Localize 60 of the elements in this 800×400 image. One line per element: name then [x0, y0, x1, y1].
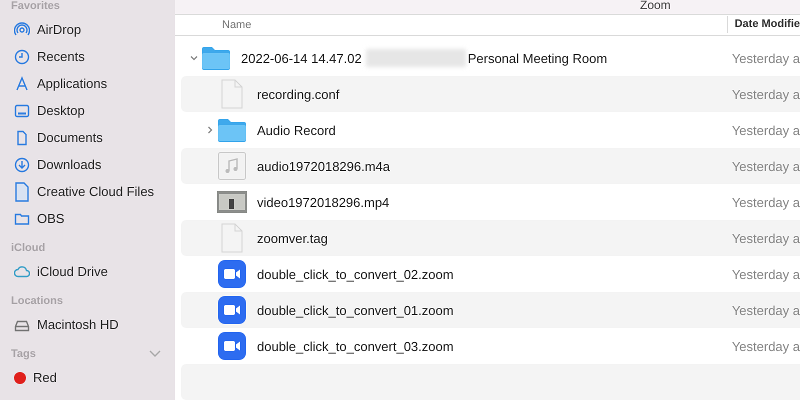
file-name: 2022-06-14 14.47.02 [241, 50, 362, 66]
date-cell-text: Yesterday a [730, 230, 800, 246]
chevron-icon[interactable] [149, 350, 161, 358]
sidebar-item[interactable]: OBS [37, 211, 64, 226]
date-cell-text: Yesterday a [730, 50, 800, 66]
document-icon [221, 79, 243, 109]
desktop-icon [14, 102, 30, 118]
date-cell-text: Yesterday a [730, 122, 800, 138]
date-cell-text: Yesterday a [730, 266, 800, 282]
sidebar-item[interactable]: Downloads [37, 157, 102, 172]
section-title: Locations [11, 295, 63, 307]
folder-icon [201, 46, 231, 70]
sidebar-item[interactable]: Red [33, 370, 57, 385]
date-cell-text: Yesterday a [730, 194, 800, 210]
file-name: recording.conf [257, 86, 340, 102]
file-row[interactable]: audio1972018296.m4a Yesterday a [181, 148, 800, 184]
video-camera-icon [218, 260, 246, 288]
download-icon [14, 156, 30, 172]
file-name: Personal Meeting Room [468, 50, 608, 66]
file-name: double_click_to_convert_01.zoom [257, 302, 454, 318]
sidebar-item[interactable]: AirDrop [37, 22, 82, 37]
section-title: iCloud [11, 242, 46, 254]
column-header-label[interactable]: Name [175, 18, 727, 31]
sidebar-item[interactable]: Macintosh HD [37, 317, 119, 332]
sidebar-item[interactable]: Creative Cloud Files [37, 184, 154, 199]
date-cell-text: Yesterday a [730, 86, 800, 102]
file-name: double_click_to_convert_03.zoom [257, 338, 454, 354]
file-name: audio1972018296.m4a [257, 158, 390, 174]
file-row[interactable]: zoomver.tag Yesterday a [181, 220, 800, 256]
column-header-label[interactable]: Date Modifie [726, 16, 800, 34]
sidebar-item[interactable]: Documents [37, 130, 103, 145]
file-row[interactable]: double_click_to_convert_01.zoom Yesterday a [181, 292, 800, 328]
sidebar-item[interactable]: iCloud Drive [37, 264, 108, 279]
sidebar-item[interactable]: Desktop [37, 103, 85, 118]
file-name: zoomver.tag [257, 230, 328, 246]
file-icon [14, 182, 30, 202]
applications-icon [14, 76, 30, 92]
disclosure-icon[interactable] [190, 54, 198, 62]
video-camera-icon [218, 296, 246, 324]
folder-icon [217, 118, 247, 142]
file-name: Audio Record [257, 122, 336, 138]
video-thumbnail [217, 191, 247, 213]
video-camera-icon [218, 332, 246, 360]
music-note-icon [218, 152, 246, 180]
file-row[interactable]: recording.conf Yesterday a [181, 76, 800, 112]
date-cell-text: Yesterday a [730, 158, 800, 174]
file-name: double_click_to_convert_02.zoom [257, 266, 454, 282]
clock-icon [14, 48, 30, 64]
disclosure-icon[interactable] [206, 126, 214, 134]
date-cell-text: Yesterday a [730, 302, 800, 318]
section-title: Tags [11, 348, 36, 360]
cloud-icon [14, 264, 30, 280]
file-name: video1972018296.mp4 [257, 194, 390, 210]
sidebar-item[interactable]: Recents [37, 49, 85, 64]
document-icon [221, 223, 243, 253]
sidebar-item[interactable]: Applications [37, 76, 108, 91]
date-cell-text: Yesterday a [730, 338, 800, 354]
section-title: Favorites [11, 0, 60, 12]
airdrop-icon [14, 22, 30, 38]
window-title: Zoom [640, 0, 671, 12]
